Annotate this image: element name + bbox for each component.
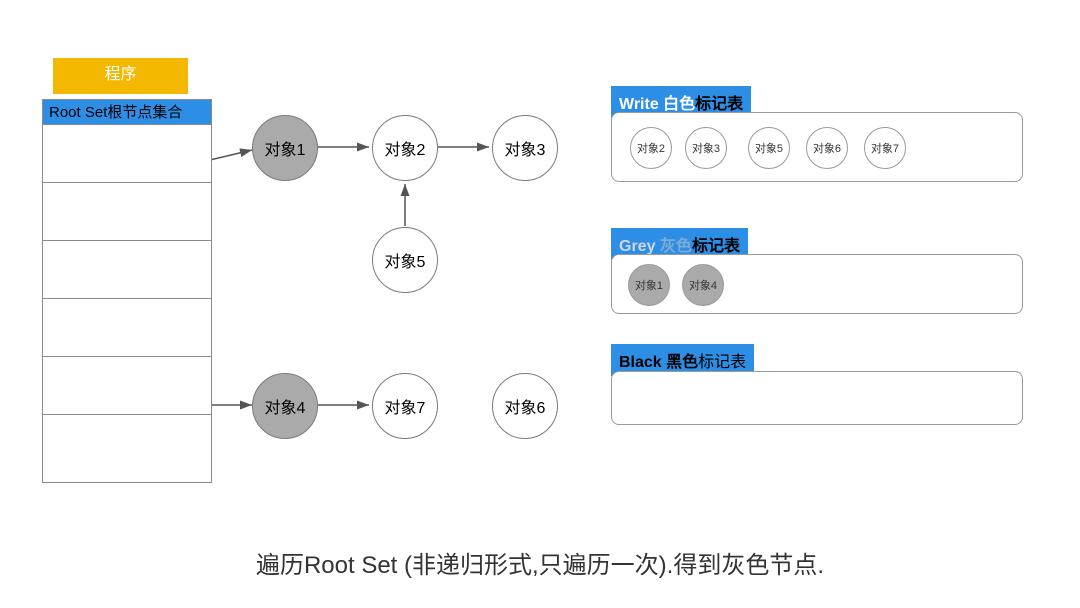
rootset-row-5	[42, 356, 212, 415]
grey-header-c: 标记表	[692, 238, 740, 255]
white-item-5: 对象7	[864, 127, 906, 169]
rootset-row-2	[42, 182, 212, 241]
rootset-row-1	[42, 124, 212, 183]
object-2-node: 对象2	[372, 115, 438, 181]
caption-text: 遍历Root Set (非递归形式,只遍历一次).得到灰色节点.	[180, 545, 900, 580]
object-4-node: 对象4	[252, 373, 318, 439]
object-5-node: 对象5	[372, 227, 438, 293]
object-6-node: 对象6	[492, 373, 558, 439]
white-item-3: 对象5	[748, 127, 790, 169]
white-item-2: 对象3	[685, 127, 727, 169]
rootset-header: Root Set根节点集合	[42, 99, 212, 125]
grey-header-a: Grey	[619, 238, 660, 255]
rootset-row-3	[42, 240, 212, 299]
grey-item-1: 对象1	[628, 264, 670, 306]
white-box: 对象2 对象3 对象5 对象6 对象7	[611, 112, 1023, 182]
object-3-node: 对象3	[492, 115, 558, 181]
rootset-row-6	[42, 414, 212, 483]
grey-header-b: 灰色	[660, 238, 692, 255]
white-header-b: 标记表	[695, 96, 743, 113]
grey-box: 对象1 对象4	[611, 254, 1023, 314]
black-header-a: Black 黑色	[619, 354, 698, 371]
program-header: 程序	[53, 58, 188, 94]
white-item-1: 对象2	[630, 127, 672, 169]
black-header-b: 标记表	[698, 354, 746, 371]
white-header-a: Write 白色	[619, 96, 695, 113]
black-box	[611, 371, 1023, 425]
grey-item-2: 对象4	[682, 264, 724, 306]
object-1-node: 对象1	[252, 115, 318, 181]
object-7-node: 对象7	[372, 373, 438, 439]
rootset-row-4	[42, 298, 212, 357]
white-item-4: 对象6	[806, 127, 848, 169]
